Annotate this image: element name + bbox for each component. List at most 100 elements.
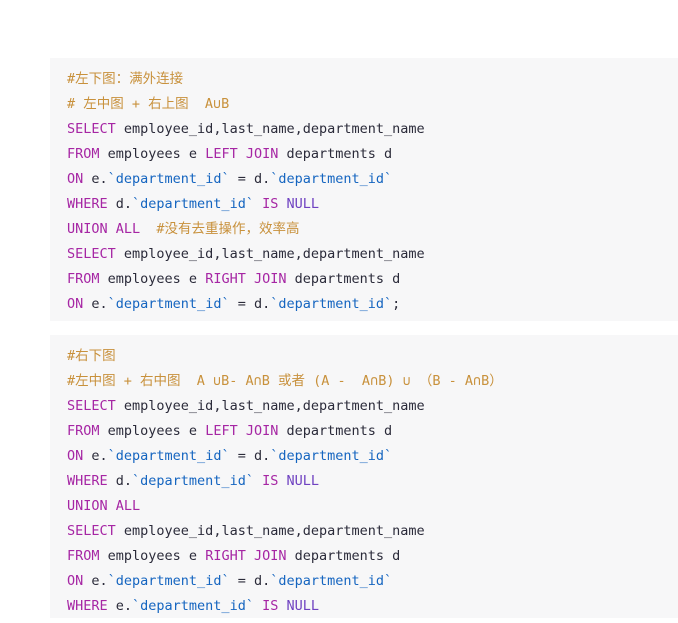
code-page: #左下图：满外连接 # 左中图 + 右上图 A∪B SELECT employee_… bbox=[0, 0, 678, 623]
token-identifier: e. bbox=[107, 598, 133, 614]
token-keyword: WHERE bbox=[67, 196, 108, 212]
token-identifier: e. bbox=[83, 448, 108, 464]
code-line: UNION ALL bbox=[50, 494, 678, 519]
token-identifier bbox=[254, 196, 262, 212]
token-identifier: = bbox=[229, 448, 254, 464]
token-identifier: departments d bbox=[286, 271, 401, 287]
token-identifier: e. bbox=[83, 171, 108, 187]
token-string: `department_id` bbox=[270, 573, 393, 589]
token-string: `department_id` bbox=[107, 573, 230, 589]
token-comment: #没有去重操作，效率高 bbox=[156, 221, 300, 237]
token-string: `department_id` bbox=[270, 171, 393, 187]
code-line: FROM employees e LEFT JOIN departments d bbox=[50, 142, 678, 167]
token-keyword: SELECT bbox=[67, 398, 116, 414]
code-block-sql-snippet-full-outer-join[interactable]: #左下图：满外连接 # 左中图 + 右上图 A∪B SELECT employee_… bbox=[50, 58, 678, 321]
token-identifier: d. bbox=[253, 573, 271, 589]
token-string: `department_id` bbox=[270, 296, 393, 312]
token-identifier: employee_id,last_name,department_name bbox=[115, 523, 425, 539]
token-keyword: FROM bbox=[67, 146, 100, 162]
token-identifier: e. bbox=[83, 296, 108, 312]
token-keyword: UNION ALL bbox=[67, 221, 141, 237]
token-identifier: employees e bbox=[99, 271, 206, 287]
token-keyword: IS bbox=[262, 196, 279, 212]
code-line: WHERE d.`department_id` IS NULL bbox=[50, 469, 678, 494]
token-identifier: = bbox=[229, 171, 254, 187]
code-line: #左下图：满外连接 bbox=[50, 67, 678, 92]
token-keyword: ON bbox=[67, 573, 84, 589]
token-identifier: employee_id,last_name,department_name bbox=[115, 398, 425, 414]
token-string: `department_id` bbox=[132, 196, 254, 212]
token-identifier: d. bbox=[253, 448, 271, 464]
token-keyword: LEFT JOIN bbox=[205, 423, 279, 439]
token-keyword: SELECT bbox=[67, 523, 116, 539]
token-identifier bbox=[254, 473, 262, 489]
code-line: SELECT employee_id,last_name,department_… bbox=[50, 242, 678, 267]
code-line: ON e.`department_id` = d.`department_id`… bbox=[50, 292, 678, 317]
token-keyword: SELECT bbox=[67, 246, 116, 262]
token-identifier bbox=[278, 473, 286, 489]
token-null_keyword: NULL bbox=[286, 473, 320, 489]
code-line: #左中图 + 右中图 A ∪B- A∩B 或者 (A - A∩B) ∪ （B -… bbox=[50, 369, 678, 394]
code-line: FROM employees e LEFT JOIN departments d bbox=[50, 419, 678, 444]
token-string: `department_id` bbox=[107, 296, 230, 312]
code-line: FROM employees e RIGHT JOIN departments … bbox=[50, 267, 678, 292]
token-identifier: = bbox=[229, 296, 254, 312]
code-line: WHERE d.`department_id` IS NULL bbox=[50, 192, 678, 217]
token-string: `department_id` bbox=[132, 598, 254, 614]
token-identifier: employees e bbox=[99, 548, 206, 564]
token-identifier: employee_id,last_name,department_name bbox=[115, 246, 425, 262]
token-keyword: IS bbox=[262, 473, 279, 489]
token-null_keyword: NULL bbox=[286, 598, 320, 614]
token-identifier bbox=[278, 196, 286, 212]
code-line: ON e.`department_id` = d.`department_id` bbox=[50, 167, 678, 192]
token-identifier bbox=[278, 598, 286, 614]
token-string: `department_id` bbox=[132, 473, 254, 489]
token-string: `department_id` bbox=[270, 448, 393, 464]
token-keyword: UNION ALL bbox=[67, 498, 141, 514]
token-identifier: departments d bbox=[278, 423, 393, 439]
token-keyword: ON bbox=[67, 448, 84, 464]
code-line: # 左中图 + 右上图 A∪B bbox=[50, 92, 678, 117]
token-identifier bbox=[254, 598, 262, 614]
code-line: FROM employees e RIGHT JOIN departments … bbox=[50, 544, 678, 569]
token-keyword: ON bbox=[67, 296, 84, 312]
token-null_keyword: NULL bbox=[286, 196, 320, 212]
token-identifier: d. bbox=[253, 296, 271, 312]
code-line: ON e.`department_id` = d.`department_id` bbox=[50, 569, 678, 594]
token-keyword: FROM bbox=[67, 271, 100, 287]
token-string: `department_id` bbox=[107, 448, 230, 464]
code-line: WHERE e.`department_id` IS NULL bbox=[50, 594, 678, 618]
token-comment: #左中图 + 右中图 A ∪B- A∩B 或者 (A - A∩B) ∪ （B -… bbox=[67, 373, 503, 389]
token-keyword: LEFT JOIN bbox=[205, 146, 279, 162]
token-comment: #右下图 bbox=[67, 348, 116, 364]
code-line: #右下图 bbox=[50, 344, 678, 369]
token-identifier bbox=[140, 221, 156, 237]
token-keyword: FROM bbox=[67, 548, 100, 564]
token-identifier: ; bbox=[392, 296, 401, 312]
token-keyword: FROM bbox=[67, 423, 100, 439]
code-line: SELECT employee_id,last_name,department_… bbox=[50, 117, 678, 142]
code-line: ON e.`department_id` = d.`department_id` bbox=[50, 444, 678, 469]
token-identifier: e. bbox=[83, 573, 108, 589]
token-identifier: employee_id,last_name,department_name bbox=[115, 121, 425, 137]
token-keyword: SELECT bbox=[67, 121, 116, 137]
token-identifier: employees e bbox=[99, 146, 206, 162]
token-keyword: WHERE bbox=[67, 473, 108, 489]
token-comment: #左下图：满外连接 bbox=[67, 71, 184, 87]
token-identifier: departments d bbox=[278, 146, 393, 162]
token-keyword: RIGHT JOIN bbox=[205, 271, 287, 287]
code-line: UNION ALL #没有去重操作，效率高 bbox=[50, 217, 678, 242]
token-identifier: employees e bbox=[99, 423, 206, 439]
token-identifier: = bbox=[229, 573, 254, 589]
token-identifier: d. bbox=[107, 196, 133, 212]
code-line: SELECT employee_id,last_name,department_… bbox=[50, 394, 678, 419]
token-keyword: ON bbox=[67, 171, 84, 187]
code-line: SELECT employee_id,last_name,department_… bbox=[50, 519, 678, 544]
token-keyword: IS bbox=[262, 598, 279, 614]
token-identifier: departments d bbox=[286, 548, 401, 564]
token-string: `department_id` bbox=[107, 171, 230, 187]
token-identifier: d. bbox=[107, 473, 133, 489]
token-comment: # 左中图 + 右上图 A∪B bbox=[67, 96, 230, 112]
token-keyword: RIGHT JOIN bbox=[205, 548, 287, 564]
code-block-sql-snippet-symmetric-difference[interactable]: #右下图 #左中图 + 右中图 A ∪B- A∩B 或者 (A - A∩B) ∪ … bbox=[50, 335, 678, 618]
